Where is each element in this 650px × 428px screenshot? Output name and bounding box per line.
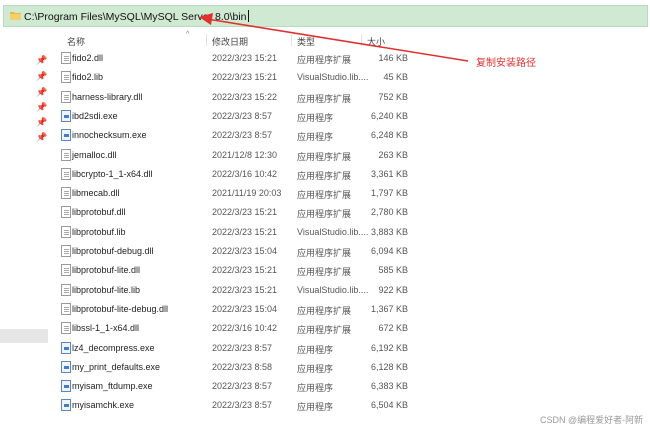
annotation-arrow [199,13,469,62]
annotation-text: 复制安装路径 [476,58,536,69]
watermark: CSDN @编程爱好者-阿新 [540,415,644,425]
